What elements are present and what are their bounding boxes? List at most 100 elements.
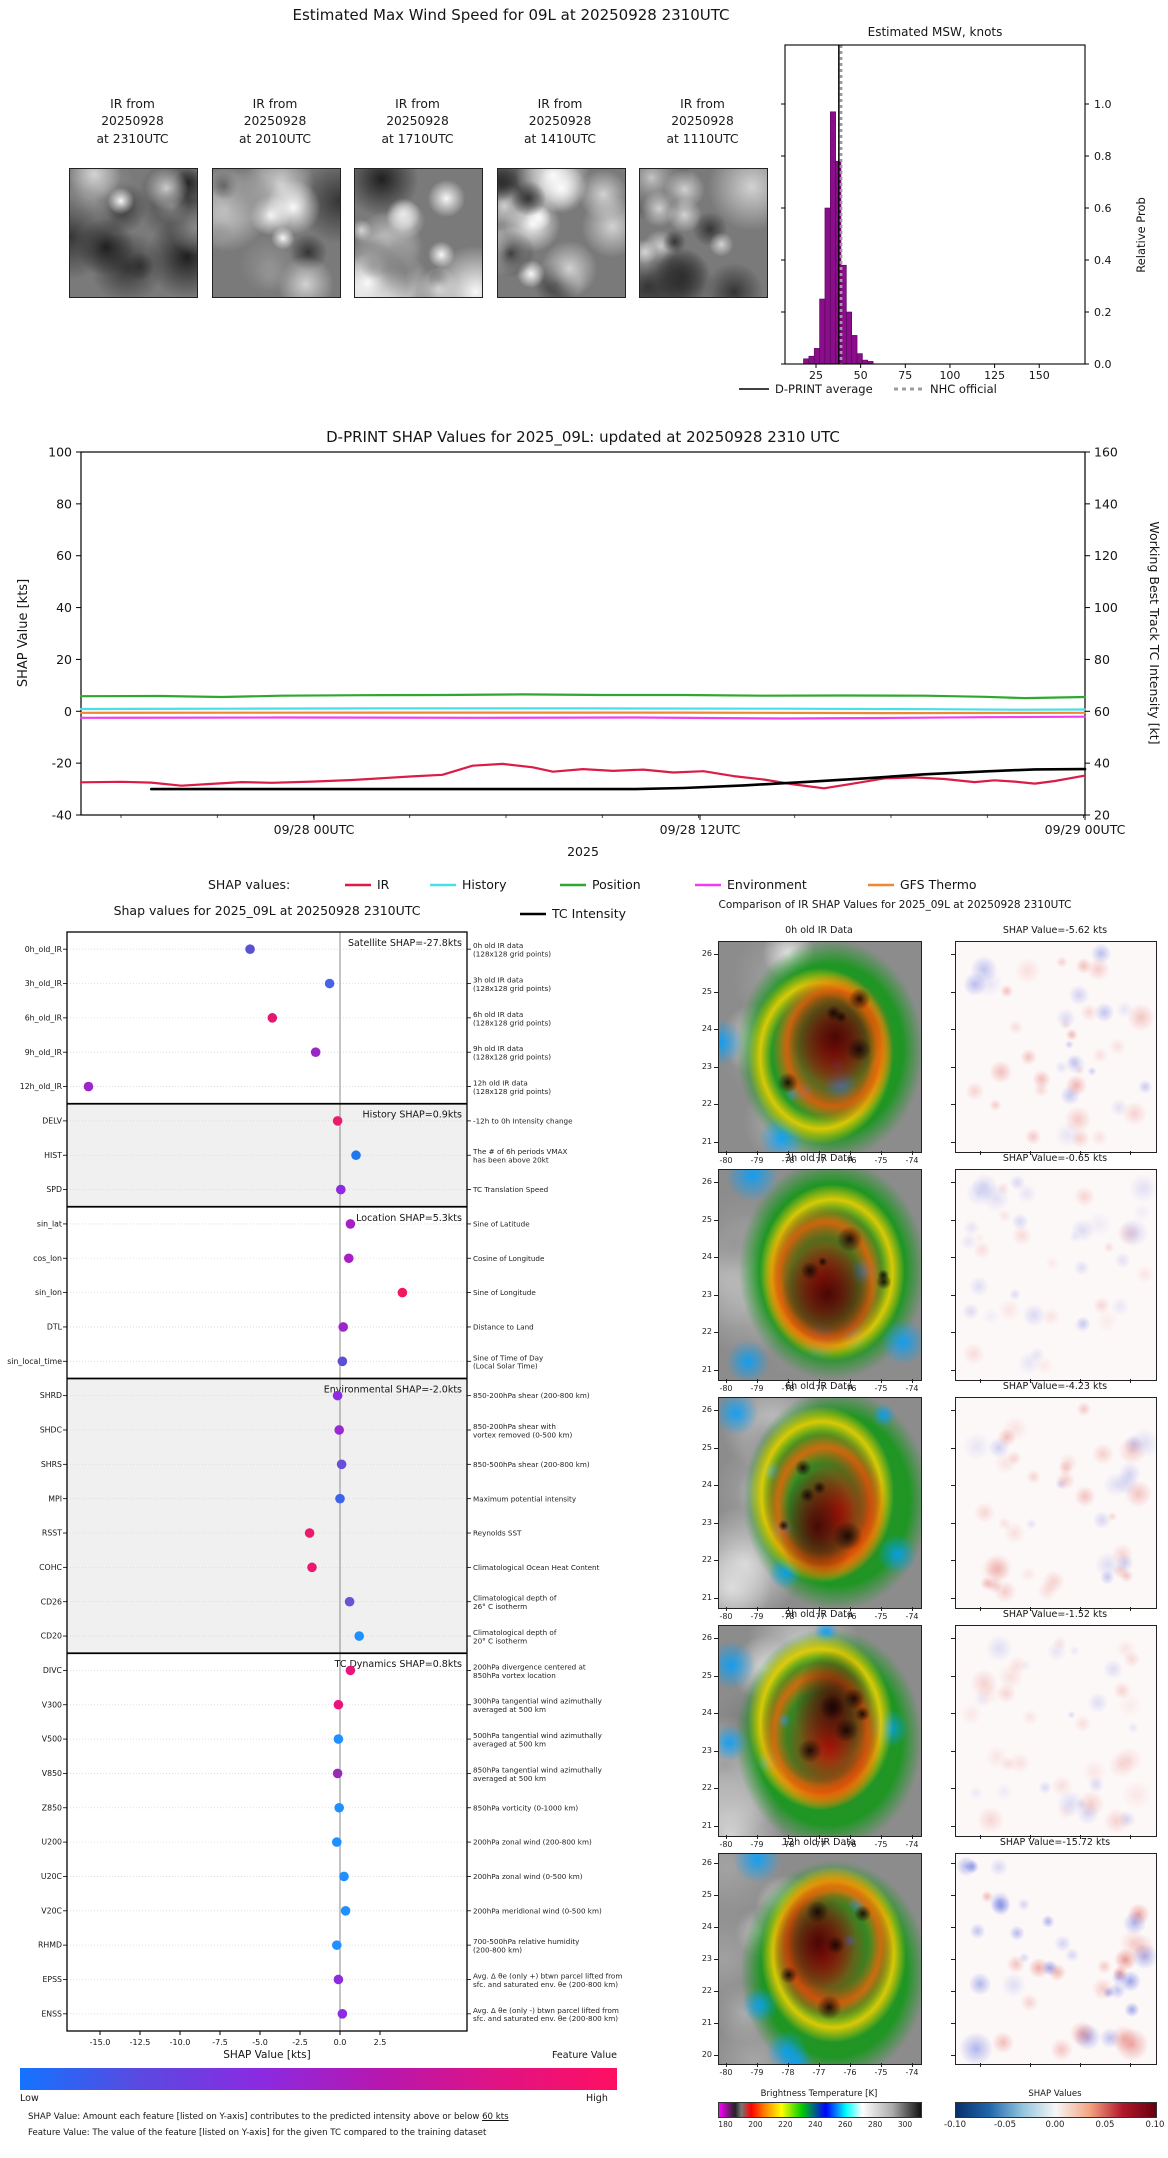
- shap-dot: [334, 1802, 345, 1813]
- lat-tick: [714, 1713, 718, 1715]
- feature-label: 3h_old_IR: [25, 979, 63, 988]
- x-tick-label: 50: [854, 369, 868, 382]
- lat-tick-label: 23: [701, 1517, 712, 1527]
- lon-tick: [850, 2063, 851, 2067]
- right-tick-label: 140: [1094, 496, 1118, 511]
- shap-lat-tick: [951, 1863, 955, 1864]
- feature-label: V20C: [41, 1906, 62, 1915]
- feature-label: V300: [42, 1700, 62, 1709]
- shap-value-image: [955, 1397, 1157, 1609]
- feature-description: The # of 6h periods VMAX has been above 2…: [472, 1147, 568, 1164]
- shap-dot: [333, 1734, 344, 1744]
- feature-label: 9h_old_IR: [25, 1048, 63, 1057]
- lat-tick: [714, 1788, 718, 1790]
- lat-tick: [714, 1410, 718, 1411]
- shap-lat-tick: [951, 1257, 955, 1259]
- shap-dot: [336, 1184, 346, 1195]
- x-tick-label: 09/29 00UTC: [1045, 822, 1126, 837]
- shap-lat-tick: [951, 2055, 955, 2056]
- shap-value-image: [955, 941, 1157, 1153]
- comparison-title: Comparison of IR SHAP Values for 2025_09…: [718, 899, 1072, 911]
- lat-tick: [714, 1675, 718, 1677]
- shap-value-image: [955, 1625, 1157, 1837]
- lon-tick-label: -74: [905, 2068, 919, 2077]
- series-position: [79, 693, 1087, 700]
- label: Shap values for 2025_09L at 20250928 231…: [114, 903, 421, 918]
- feature-description: Avg. Δ θe (only -) btwn parcel lifted fr…: [473, 2006, 619, 2023]
- ir-thumbnail-label: IR from 20250928 at 2010UTC: [212, 96, 339, 148]
- right-tick-label: 60: [1094, 704, 1110, 719]
- shap-dot: [340, 1905, 351, 1916]
- feature-description: -12h to 0h Intensity change: [473, 1116, 573, 1125]
- x-tick-label: -10.0: [170, 2038, 191, 2047]
- feature-description: 200hPa zonal wind (0-500 km): [473, 1872, 583, 1881]
- shap-lon-tick: [1130, 2063, 1131, 2067]
- feature-label: V850: [42, 1769, 62, 1778]
- lat-tick-label: 25: [701, 1214, 712, 1224]
- lon-tick: [819, 2063, 820, 2067]
- lat-tick-label: 24: [701, 1480, 712, 1490]
- shap-lat-tick: [951, 1447, 955, 1449]
- legend-label: Position: [592, 877, 641, 892]
- feature-label: SHDC: [40, 1426, 63, 1435]
- shap-lon-tick: [1080, 2063, 1081, 2067]
- left-tick-label: 40: [56, 600, 72, 615]
- lat-tick-label: 26: [701, 1633, 712, 1642]
- feature-label: ENSS: [41, 2009, 62, 2018]
- left-tick-label: 100: [48, 445, 72, 460]
- ir-thumbnail-label: IR from 20250928 at 1410UTC: [497, 96, 624, 148]
- feature-description: 200hPa divergence centered at 850hPa vort…: [473, 1662, 586, 1679]
- feature-label: EPSS: [42, 1975, 62, 1984]
- shap-dot-plot: Shap values for 2025_09L at 20250928 231…: [7, 903, 622, 2061]
- feature-label: DTL: [47, 1323, 63, 1332]
- shap-lat-tick: [951, 1066, 955, 1068]
- msw-histogram-chart: Estimated MSW, knots 25 50 75 100 125 150 0.0 0.…: [739, 25, 1148, 396]
- y-axis-title: Relative Prob: [1134, 197, 1148, 273]
- x-tick-label: -7.5: [212, 2038, 228, 2047]
- sv-tick-label: 0.00: [1045, 2120, 1065, 2130]
- lat-tick-label: 26: [701, 1858, 712, 1867]
- left-tick-label: -40: [52, 808, 72, 823]
- shap-value-title: SHAP Value=-15.72 kts: [999, 1837, 1111, 1848]
- x-tick-label: -2.5: [292, 2038, 308, 2047]
- right-tick-label: 120: [1094, 548, 1118, 563]
- shap-lat-tick: [951, 1895, 955, 1896]
- sv-tick-label: 0.10: [1145, 2120, 1165, 2130]
- shap-value-image: [955, 1169, 1157, 1381]
- feature-description: 200hPa zonal wind (200-800 km): [473, 1838, 592, 1847]
- shap-lat-tick: [951, 1826, 955, 1827]
- shap-dot: [336, 1459, 347, 1470]
- right-tick-label: 40: [1094, 756, 1110, 771]
- ir-data-title: 6h old IR Data: [785, 1381, 853, 1392]
- series-history: [79, 707, 1087, 711]
- shap-dot: [335, 1493, 345, 1504]
- ir-thumbnail-label-line: 20250928: [101, 114, 164, 129]
- histogram-bar: [813, 348, 820, 365]
- histogram-bar: [803, 358, 810, 365]
- bt-tick-label: 240: [808, 2120, 823, 2129]
- x-tick-label: 2.5: [374, 2038, 387, 2047]
- shap-dot: [338, 1322, 349, 1332]
- footnote-feature-value: Feature Value: The value of the feature …: [28, 2128, 487, 2138]
- x-tick-label: 09/28 12UTC: [660, 822, 741, 837]
- shap-dot: [397, 1287, 408, 1298]
- lat-tick-label: 21: [701, 1365, 712, 1374]
- right-tick-label: 80: [1094, 652, 1110, 667]
- shap-lat-tick: [951, 1410, 955, 1411]
- lat-tick-label: 21: [701, 2018, 712, 2027]
- series-ir: [79, 762, 1087, 790]
- ir-data-title: 12h old IR Data: [782, 1837, 856, 1848]
- right-tick-label: 160: [1094, 445, 1118, 460]
- feature-label: CD26: [41, 1597, 62, 1606]
- section-label: Satellite SHAP=-27.8kts: [348, 938, 462, 949]
- feature-value-gradient: [20, 2068, 617, 2090]
- feature-description: Climatological depth of 26° C isotherm: [473, 1594, 557, 1611]
- legend-label: NHC official: [930, 382, 997, 396]
- lat-tick-label: 24: [701, 1024, 712, 1034]
- legend-label: D-PRINT average: [775, 382, 873, 396]
- lat-tick-label: 25: [701, 1670, 712, 1680]
- shap-lat-tick: [951, 1104, 955, 1106]
- histogram-bar: [808, 355, 815, 365]
- shap-dot: [304, 1528, 315, 1538]
- feature-description: Maximum potential intensity: [473, 1494, 577, 1503]
